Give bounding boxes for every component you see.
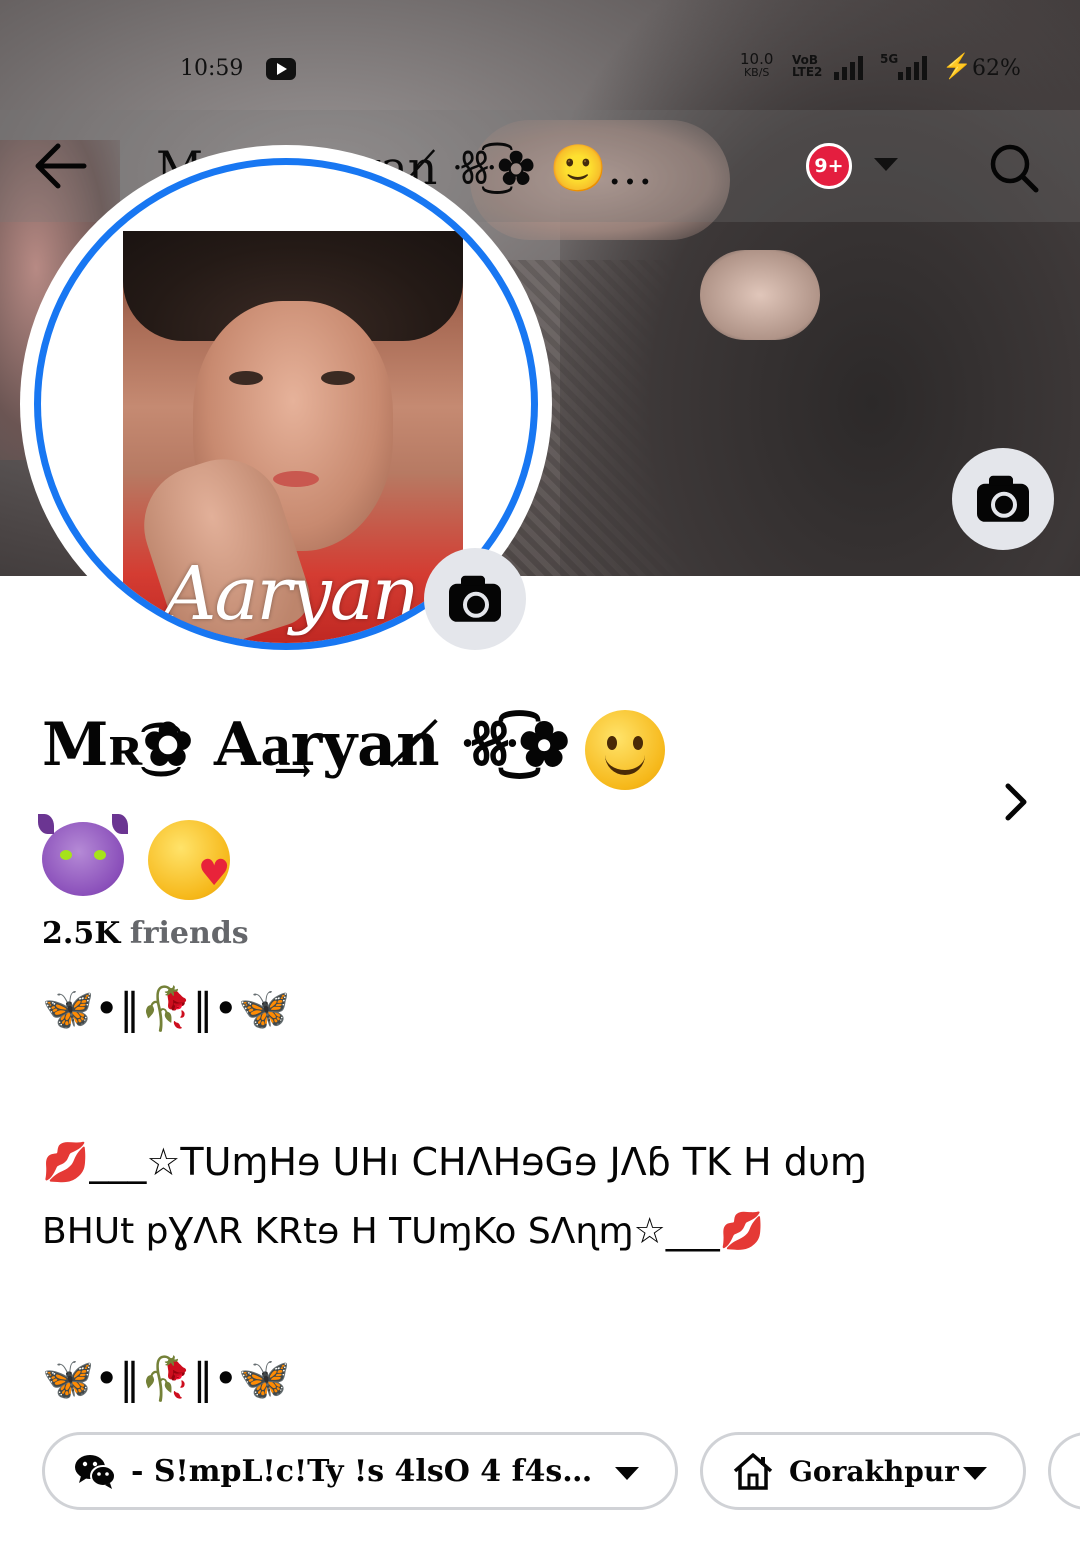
status-bar: 10:59 10.0 KB/S VoB LTE2 5G ⚡ 62% [0, 40, 1080, 100]
wechat-icon [75, 1455, 116, 1489]
avatar-signature: Aaryan [163, 551, 420, 637]
edit-profile-photo-button[interactable] [424, 548, 526, 650]
network-5g: 5G [880, 52, 899, 66]
friends-count[interactable]: 2.5K friends [42, 916, 249, 951]
friends-label: friends [129, 916, 249, 951]
profile-name[interactable]: Mʀ͜͡✿ Aa͢ryan̸ ꗥ͜͡✿ [42, 700, 962, 790]
wechat-detail-pill[interactable]: - S!mpL!c!Ty !s 4lsO 4 f4sh... [42, 1432, 678, 1510]
avatar-lips [273, 471, 319, 487]
kiss-emoji-icon [148, 820, 230, 900]
bio-decoration-bottom: 🦋•‖🥀‖•🦋 [42, 1354, 291, 1403]
edit-cover-photo-button[interactable] [952, 448, 1054, 550]
profile-name-text: Mʀ͜͡✿ Aa͢ryan̸ ꗥ͜͡✿ [42, 710, 569, 780]
bio-text-line-1: 💋___☆TUɱHɘ UHı CHɅHɘGɘ JɅɓ TK H dυɱ [42, 1140, 867, 1184]
caret-down-icon[interactable] [963, 1467, 987, 1480]
signal-2-icon [898, 56, 927, 80]
chevron-right-icon[interactable] [996, 782, 1036, 822]
signal-1-icon [834, 56, 863, 80]
camera-icon [977, 475, 1029, 522]
charging-bolt-icon: ⚡ [942, 52, 972, 80]
bio-text-line-2: BHUt pƔɅR KRtɘ H TUɱKo SɅɳɱ☆___💋 [42, 1211, 765, 1252]
cover-hand [700, 250, 820, 340]
more-detail-pill[interactable] [1048, 1432, 1080, 1510]
volte-indicator: VoB LTE2 [792, 53, 823, 79]
notification-badge[interactable]: 9+ [806, 143, 852, 189]
net-speed: 10.0 KB/S [740, 52, 773, 80]
status-time: 10:59 [180, 56, 244, 81]
devil-emoji-icon [38, 814, 124, 896]
friends-number: 2.5K [42, 916, 121, 951]
caret-down-icon[interactable] [615, 1467, 639, 1480]
caret-down-icon[interactable] [874, 158, 898, 171]
hometown-text: Gorakhpur [789, 1454, 959, 1488]
wechat-text: - S!mpL!c!Ty !s 4lsO 4 f4sh... [131, 1453, 601, 1489]
avatar-eye-right [321, 371, 355, 385]
home-icon [733, 1453, 773, 1490]
net-speed-unit: KB/S [743, 66, 770, 79]
avatar-photo: Aaryan [123, 231, 463, 643]
battery-percent: 62% [972, 56, 1021, 81]
smile-emoji-icon [584, 709, 665, 790]
bio-decoration-top: 🦋•‖🥀‖•🦋 [42, 984, 291, 1033]
hometown-detail-pill[interactable]: Gorakhpur [700, 1432, 1026, 1510]
camera-icon [449, 575, 501, 622]
avatar-eye-left [229, 371, 263, 385]
youtube-icon [266, 58, 296, 80]
net-speed-value: 10.0 [740, 50, 774, 68]
back-arrow-icon[interactable] [30, 138, 90, 194]
search-icon[interactable] [986, 140, 1042, 196]
